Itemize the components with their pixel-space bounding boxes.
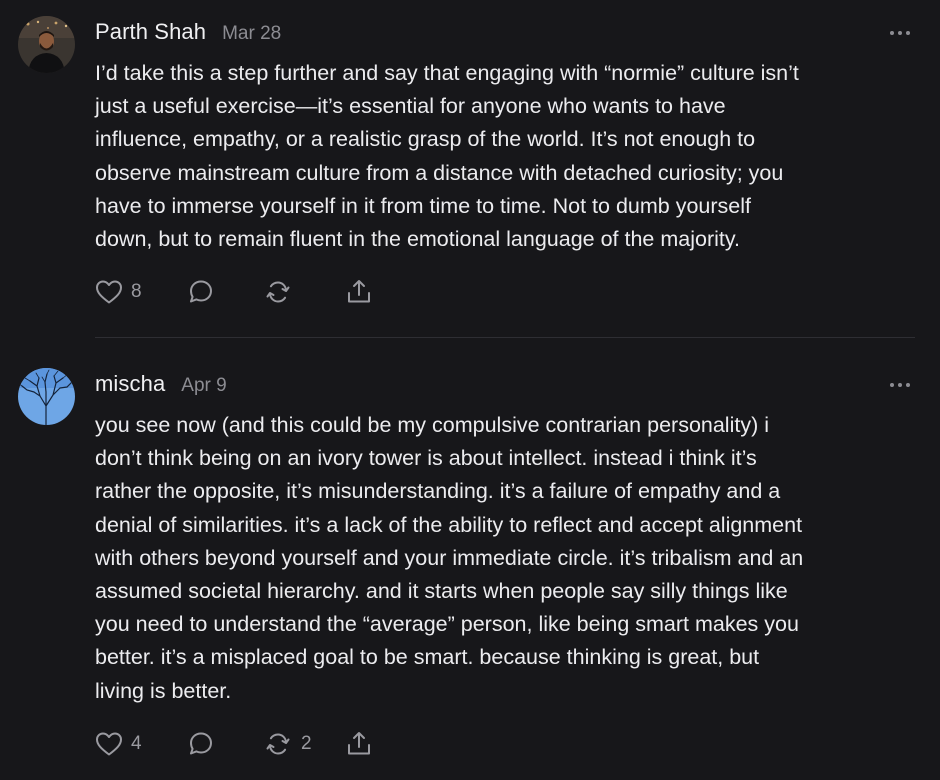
heart-icon <box>96 280 122 304</box>
author-name[interactable]: mischa <box>95 371 165 397</box>
speech-bubble-icon <box>190 280 212 303</box>
like-count: 8 <box>131 281 142 302</box>
comment-header: Parth Shah Mar 28 <box>95 19 281 49</box>
heart-icon <box>96 732 122 756</box>
more-options-icon[interactable] <box>890 376 910 394</box>
comment-actions: 4 2 <box>95 728 373 760</box>
more-options-icon[interactable] <box>890 24 910 42</box>
comment-date[interactable]: Mar 28 <box>222 23 281 45</box>
avatar-image <box>18 368 75 425</box>
comment-date[interactable]: Apr 9 <box>181 375 226 397</box>
like-button[interactable]: 8 <box>95 279 187 305</box>
comment-text: I’d take this a step further and say tha… <box>95 61 799 252</box>
share-button[interactable] <box>345 730 373 758</box>
reply-button[interactable] <box>187 730 263 758</box>
restack-button[interactable]: 2 <box>263 730 345 758</box>
restack-icon <box>266 281 290 303</box>
comment-feed: Parth Shah Mar 28 I’d take this a step f… <box>0 0 940 780</box>
avatar[interactable] <box>18 368 75 425</box>
like-button[interactable]: 4 <box>95 731 187 757</box>
like-count: 4 <box>131 733 142 754</box>
comment-divider <box>95 337 915 338</box>
avatar-image <box>18 16 75 73</box>
restack-count: 2 <box>301 733 312 754</box>
share-icon <box>348 732 370 755</box>
restack-button[interactable] <box>263 278 345 306</box>
avatar[interactable] <box>18 16 75 73</box>
share-button[interactable] <box>345 278 373 306</box>
author-name[interactable]: Parth Shah <box>95 19 206 45</box>
restack-icon <box>266 733 290 755</box>
reply-button[interactable] <box>187 278 263 306</box>
comment-text: you see now (and this could be my compul… <box>95 413 804 703</box>
comment-header: mischa Apr 9 <box>95 371 227 401</box>
comment-actions: 8 <box>95 276 373 308</box>
speech-bubble-icon <box>190 732 212 755</box>
share-icon <box>348 280 370 303</box>
